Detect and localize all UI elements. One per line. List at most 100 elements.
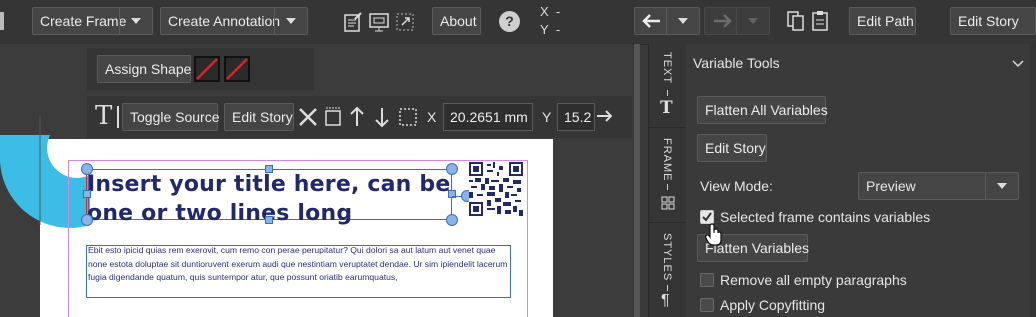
tab-separator (667, 90, 668, 96)
edit-story-panel-button[interactable]: Edit Story (697, 134, 767, 162)
y-position-label: Y (542, 109, 552, 125)
chevron-down-icon (748, 18, 758, 24)
resize-handle[interactable] (446, 214, 458, 226)
resize-handle[interactable] (81, 163, 93, 175)
view-mode-dropdown[interactable] (985, 173, 1018, 199)
chevron-down-icon (131, 18, 141, 24)
assign-shape-button[interactable]: Assign Shape (97, 55, 191, 83)
remove-empty-label: Remove all empty paragraphs (720, 272, 907, 288)
about-button[interactable]: About (432, 7, 481, 35)
coord-y-label: Y (540, 22, 549, 37)
create-annotation-dropdown[interactable] (274, 8, 307, 34)
resize-handle[interactable] (446, 163, 458, 175)
text-tab-glyph: T (660, 98, 673, 118)
edit-story-top-button[interactable]: Edit Story (950, 7, 1036, 35)
vertical-tab-strip: TEXT T FRAME STYLES ¶ (648, 44, 688, 317)
help-icon[interactable]: ? (499, 11, 520, 32)
document-body-text[interactable]: Ebit esto ipicid quias rem exerovit, cum… (88, 244, 513, 285)
text-tool-icon[interactable]: T (95, 102, 112, 130)
help-glyph: ? (505, 13, 514, 29)
x-position-input[interactable]: 20.2651 mm (443, 103, 533, 131)
panel-title: Variable Tools (693, 55, 780, 71)
tab-text-label: TEXT (661, 52, 673, 85)
close-icon[interactable] (298, 107, 318, 127)
edit-path-label: Edit Path (857, 13, 914, 29)
y-position-input[interactable]: 15.2 mm (557, 103, 595, 131)
view-mode-label: View Mode: (700, 178, 773, 194)
panel-scrollbar[interactable] (1030, 44, 1036, 317)
tab-frame[interactable]: FRAME (649, 128, 687, 223)
pilcrow-glyph: ¶ (661, 292, 670, 309)
frame-fit-icon[interactable] (323, 107, 343, 127)
assign-shape-bar: Assign Shape (87, 48, 314, 90)
tool-grip-icon[interactable] (0, 12, 4, 30)
no-fill-swatch-icon[interactable] (194, 56, 220, 82)
tab-styles[interactable]: STYLES ¶ (649, 223, 687, 317)
x-position-label: X (427, 109, 437, 125)
arrow-up-icon[interactable] (349, 106, 365, 128)
hand-cursor-icon (705, 223, 722, 246)
resize-handle[interactable] (265, 216, 273, 224)
redo-arrow-icon (714, 14, 732, 28)
dashed-frame-icon[interactable] (398, 107, 418, 127)
flatten-all-label: Flatten All Variables (705, 102, 828, 118)
canvas-scrollbar[interactable] (634, 44, 640, 317)
tab-styles-label: STYLES (661, 233, 673, 282)
toggle-source-label: Toggle Source (130, 109, 220, 125)
chevron-down-icon (997, 183, 1007, 189)
toggle-source-button[interactable]: Toggle Source (122, 103, 220, 131)
pilcrow-icon: ¶ (661, 292, 670, 310)
view-mode-select[interactable]: Preview (858, 172, 1019, 200)
resize-handle[interactable] (265, 165, 273, 173)
edit-path-button[interactable]: Edit Path (849, 7, 916, 35)
apply-copyfitting-checkbox[interactable] (700, 298, 714, 312)
text-tool-bar: T Toggle Source Edit Story X 20.2651 mm … (87, 96, 632, 138)
undo-button[interactable] (634, 7, 700, 35)
document-edit-icon[interactable] (343, 11, 363, 33)
edit-story-bar-label: Edit Story (232, 109, 293, 125)
apply-copyfitting-label: Apply Copyfitting (720, 297, 826, 313)
qr-code-image[interactable] (469, 162, 523, 216)
chevron-down-icon (286, 18, 296, 24)
redo-button[interactable] (704, 7, 770, 35)
coord-y-value: - (555, 22, 561, 37)
checkmark-icon (702, 212, 712, 222)
selected-frame-checkbox[interactable] (700, 210, 714, 224)
panel-header[interactable]: Variable Tools (686, 44, 1036, 82)
create-annotation-label: Create Annotation (168, 13, 281, 29)
resize-handle[interactable] (81, 214, 93, 226)
text-tab-icon: T (660, 98, 673, 118)
tab-frame-label: FRAME (661, 138, 673, 182)
cursor-bar-icon (117, 106, 119, 128)
edit-story-bar-button[interactable]: Edit Story (224, 103, 294, 131)
arrow-right-icon[interactable] (595, 108, 615, 124)
no-stroke-swatch-icon[interactable] (224, 56, 250, 82)
create-annotation-button[interactable]: Create Annotation (160, 7, 308, 35)
flatten-all-variables-button[interactable]: Flatten All Variables (697, 96, 828, 124)
redo-dropdown[interactable] (736, 8, 769, 34)
assign-shape-label: Assign Shape (105, 61, 192, 77)
grid-icon (661, 196, 675, 210)
text-tool-glyph: T (95, 101, 113, 131)
arrow-down-icon[interactable] (374, 106, 390, 128)
chevron-down-icon (678, 18, 688, 24)
coord-x-label: X (540, 4, 549, 19)
create-frame-label: Create Frame (40, 13, 127, 29)
undo-dropdown[interactable] (666, 8, 699, 34)
document-preview-icon[interactable] (368, 11, 390, 33)
create-frame-dropdown[interactable] (119, 8, 152, 34)
chevron-down-icon[interactable] (1012, 60, 1024, 68)
tab-text[interactable]: TEXT T (649, 44, 687, 128)
top-toolbar: Create Frame Create Annotation About ? X… (0, 0, 1036, 45)
resize-handle[interactable] (83, 190, 91, 198)
paste-icon[interactable] (811, 10, 831, 32)
view-mode-value: Preview (866, 178, 916, 194)
tab-separator (667, 184, 668, 190)
create-frame-button[interactable]: Create Frame (32, 7, 153, 35)
edit-story-top-label: Edit Story (958, 13, 1019, 29)
document-crop-icon[interactable] (394, 11, 416, 33)
edit-story-panel-label: Edit Story (705, 140, 766, 156)
copy-icon[interactable] (786, 10, 806, 32)
coordinate-readout: X - Y - (540, 3, 580, 41)
remove-empty-paragraphs-checkbox[interactable] (700, 273, 714, 287)
